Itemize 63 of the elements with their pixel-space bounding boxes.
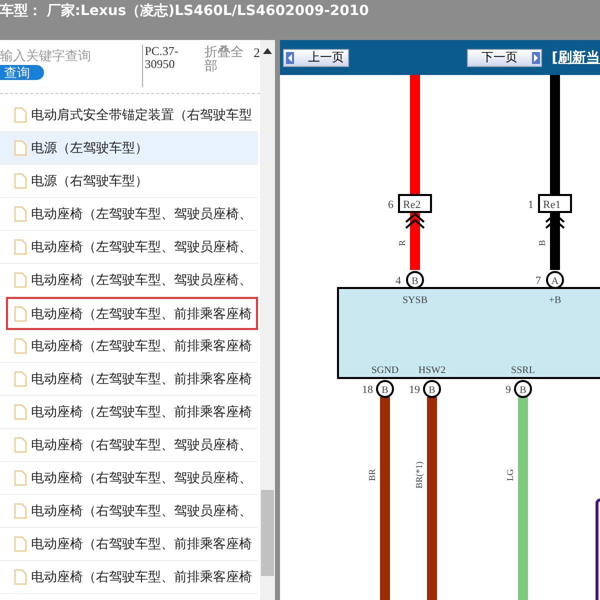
document-icon bbox=[14, 569, 27, 585]
next-page-button[interactable]: 下一页 bbox=[466, 48, 542, 66]
pin-number: 4 bbox=[396, 275, 401, 287]
document-icon bbox=[14, 272, 27, 288]
document-icon bbox=[14, 437, 27, 453]
query-button[interactable]: 查询 bbox=[0, 65, 44, 80]
wire-code-label: LG bbox=[505, 469, 515, 481]
pin-circle bbox=[423, 380, 441, 398]
connector-letter: A bbox=[551, 276, 559, 287]
scroll-thumb[interactable] bbox=[261, 490, 274, 576]
wire-code-label: BR(*1) bbox=[414, 462, 424, 488]
document-icon bbox=[14, 536, 27, 552]
connector-letter: B bbox=[520, 385, 526, 396]
document-icon bbox=[14, 140, 27, 156]
signal-label: HSW2 bbox=[418, 365, 446, 376]
refresh-link[interactable]: [刷新当 bbox=[552, 48, 600, 66]
left-arrow-icon bbox=[286, 52, 294, 64]
wire-code-label: R bbox=[397, 240, 407, 246]
connector-letter: B bbox=[412, 276, 418, 287]
pin-number: 9 bbox=[506, 384, 511, 396]
connector-letter: B bbox=[428, 385, 436, 396]
document-icon bbox=[14, 470, 27, 486]
tree-item[interactable]: 电源（左驾驶车型） bbox=[0, 132, 258, 165]
pin-number: 7 bbox=[536, 275, 541, 287]
document-icon bbox=[14, 206, 27, 222]
document-icon bbox=[14, 306, 27, 322]
scroll-up-icon[interactable] bbox=[263, 48, 272, 54]
previous-page-button[interactable]: 上一页 bbox=[283, 48, 349, 66]
page-number: 2 bbox=[254, 45, 260, 61]
pin-circle bbox=[514, 380, 532, 398]
terminal-box bbox=[398, 194, 432, 213]
pin-number: 6 bbox=[388, 199, 394, 211]
document-icon bbox=[14, 338, 27, 354]
document-icon bbox=[14, 503, 27, 519]
pin-number: 18 bbox=[362, 384, 373, 396]
pin-circle bbox=[546, 271, 564, 289]
pin-number: 1 bbox=[528, 199, 534, 211]
terminal-box bbox=[538, 194, 572, 213]
signal-label: SSRL bbox=[511, 365, 535, 376]
pin-circle bbox=[376, 380, 394, 398]
code-label: PC.37-30950 bbox=[142, 45, 199, 87]
document-icon bbox=[14, 107, 27, 123]
collapse-all-button[interactable]: 折叠全部 bbox=[204, 45, 250, 73]
wire-code-label: BR bbox=[367, 469, 377, 481]
right-arrow-icon bbox=[532, 52, 540, 64]
terminal-label: Re1 bbox=[543, 199, 561, 211]
document-icon bbox=[14, 173, 27, 189]
window-title: 车型： 厂家:Lexus（凌志)LS460L/LS4602009-2010 bbox=[0, 2, 370, 20]
document-icon bbox=[14, 371, 27, 387]
search-field[interactable]: 输入关键字查询 bbox=[0, 45, 140, 65]
double-chevron-icon bbox=[405, 212, 425, 229]
document-icon bbox=[14, 404, 27, 420]
pin-number: 19 bbox=[409, 384, 420, 396]
scrollbar[interactable] bbox=[260, 40, 275, 600]
document-icon bbox=[14, 239, 27, 255]
wire-code-label: B bbox=[537, 240, 547, 246]
signal-label: SGND bbox=[371, 365, 399, 376]
terminal-label: Re2 bbox=[403, 199, 421, 211]
signal-label: +B bbox=[548, 295, 562, 306]
connector-letter: B bbox=[382, 385, 388, 396]
tree-item[interactable]: 电动座椅（左驾驶车型、前排乘客座椅 bbox=[6, 297, 258, 330]
signal-label: SYSB bbox=[402, 295, 428, 306]
pin-circle bbox=[406, 271, 424, 289]
